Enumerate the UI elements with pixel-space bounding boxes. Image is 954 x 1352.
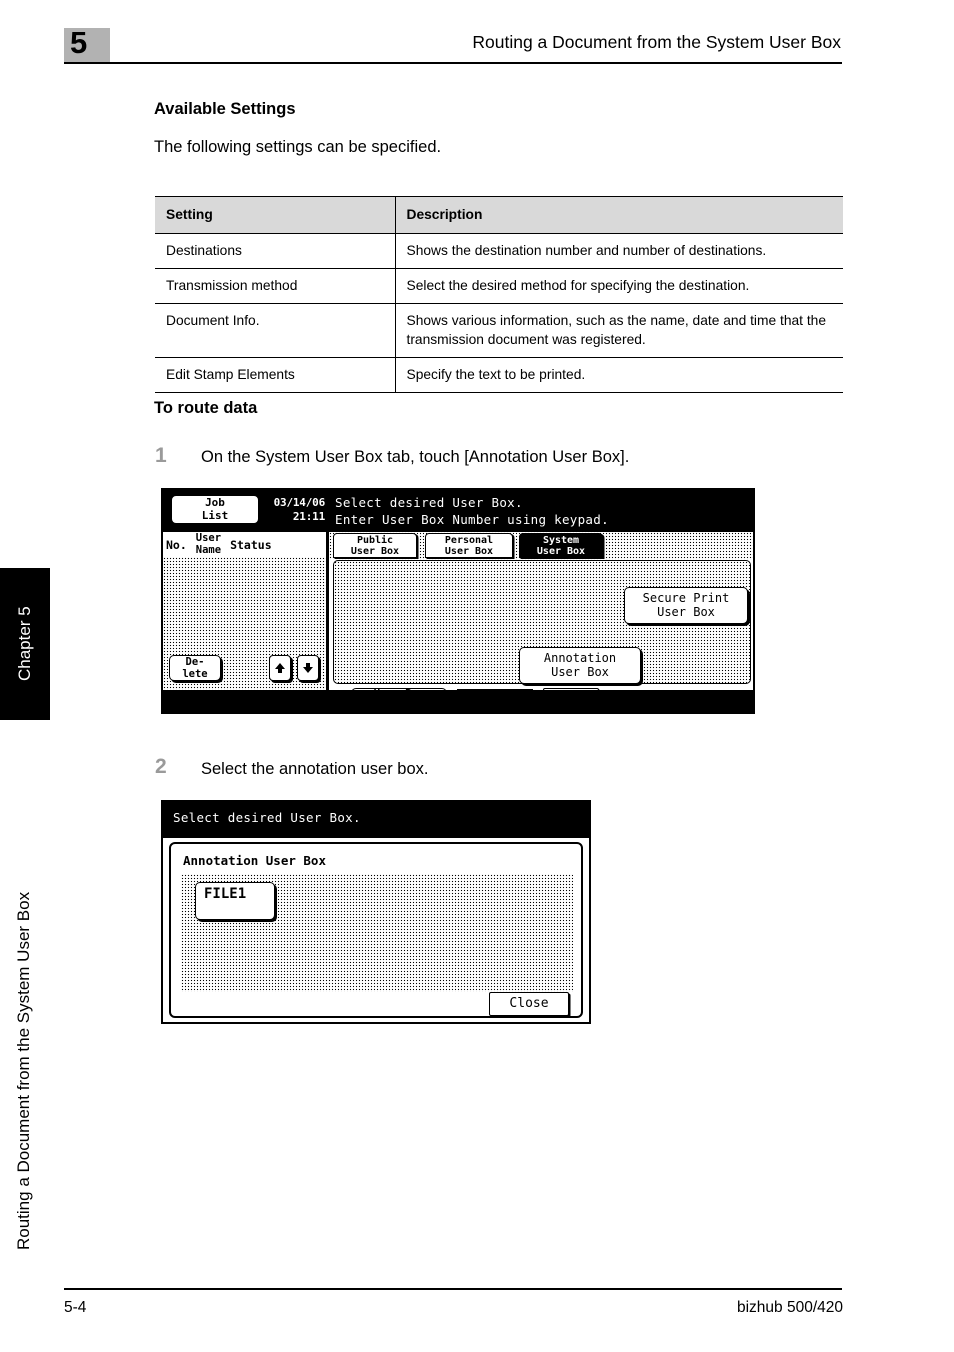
section-heading-to-route-data: To route data — [154, 399, 258, 417]
job-list-label-line2: List — [201, 508, 229, 522]
lcd1-tab-row: Public User Box Personal User Box System… — [329, 532, 753, 560]
lcd1-message-line2: Enter User Box Number using keypad. — [335, 512, 609, 527]
tab-system-line2: User Box — [536, 545, 586, 557]
table-cell-setting: Document Info. — [155, 303, 396, 359]
table-cell-description: Shows the destination number and number … — [395, 233, 843, 270]
table-row: Transmission method Select the desired m… — [155, 268, 843, 305]
job-list-col-user: User — [195, 532, 222, 545]
lcd2-file-list: FILE1 — [181, 874, 573, 992]
table-cell-description: Select the desired method for specifying… — [395, 268, 843, 305]
tab-personal-user-box[interactable]: Personal User Box — [425, 533, 513, 558]
delete-label-line1: De- — [185, 655, 205, 668]
table-header-setting: Setting — [155, 195, 396, 235]
lcd2-dialog-title: Annotation User Box — [183, 853, 326, 868]
step-2-text: Select the annotation user box. — [201, 760, 429, 778]
available-settings-table: Setting Description Destinations Shows t… — [155, 195, 843, 394]
arrow-down-icon[interactable] — [297, 655, 319, 681]
table-cell-setting: Transmission method — [155, 268, 396, 305]
step-2-number: 2 — [155, 755, 167, 778]
lcd-screenshot-step-1: Job List 03/14/06 21:11 Select desired U… — [161, 488, 755, 714]
page-number: 5-4 — [64, 1299, 87, 1316]
lcd1-job-list-header: No. User Name Status — [163, 532, 326, 557]
main-content: Available Settings The following setting… — [0, 0, 954, 1352]
job-list-col-status: Status — [230, 537, 272, 552]
table-row: Document Info. Shows various information… — [155, 303, 843, 359]
lcd1-userbox-content: Secure Print User Box Annotation User Bo… — [333, 560, 751, 684]
tab-public-user-box[interactable]: Public User Box — [333, 533, 417, 558]
tab-public-line2: User Box — [350, 545, 400, 557]
secure-print-user-box-button[interactable]: Secure Print User Box — [624, 587, 748, 624]
delete-label-line2: lete — [182, 668, 208, 680]
table-cell-setting: Edit Stamp Elements — [155, 357, 396, 394]
file1-button[interactable]: FILE1 — [195, 882, 275, 920]
job-list-col-no: No. — [166, 537, 187, 552]
delete-button[interactable]: De- lete — [169, 655, 221, 681]
footer-divider — [64, 1288, 842, 1290]
tab-personal-line2: User Box — [444, 545, 494, 557]
table-header-row: Setting Description — [155, 195, 843, 235]
lcd1-job-list-column: No. User Name Status De- lete — [163, 532, 326, 692]
step-1-number: 1 — [155, 444, 167, 467]
tab-system-user-box[interactable]: System User Box — [519, 533, 603, 558]
job-list-col-username: User Name — [190, 533, 227, 555]
job-list-col-name: Name — [195, 543, 222, 556]
secure-print-line1: Secure Print — [642, 590, 730, 605]
annotation-user-box-dialog: Annotation User Box FILE1 Close — [169, 842, 583, 1018]
step-1-text: On the System User Box tab, touch [Annot… — [201, 448, 630, 466]
lcd1-message: Select desired User Box. Enter User Box … — [335, 494, 750, 528]
section-heading-available-settings: Available Settings — [154, 100, 296, 118]
lcd1-bottom-black-bar — [163, 690, 753, 712]
table-cell-setting: Destinations — [155, 233, 396, 270]
annotation-user-box-button[interactable]: Annotation User Box — [519, 647, 641, 684]
annotation-line2: User Box — [551, 664, 609, 679]
table-row: Edit Stamp Elements Specify the text to … — [155, 357, 843, 394]
intro-paragraph: The following settings can be specified. — [154, 138, 442, 156]
lcd1-job-list-body: De- lete — [163, 557, 326, 692]
lcd1-time: 21:11 — [292, 510, 325, 523]
annotation-line1: Annotation — [543, 650, 617, 665]
lcd1-message-line1: Select desired User Box. — [335, 495, 523, 510]
job-list-button[interactable]: Job List — [171, 495, 259, 524]
close-label: Close — [509, 995, 549, 1011]
tab-public-line1: Public — [356, 534, 394, 546]
table-cell-description: Shows various information, such as the n… — [395, 303, 843, 359]
job-list-label-line1: Job — [205, 495, 225, 509]
lcd2-title: Select desired User Box. — [173, 810, 361, 825]
file1-label: FILE1 — [204, 886, 247, 902]
table-cell-description: Specify the text to be printed. — [395, 357, 843, 394]
tab-system-line1: System — [542, 534, 580, 546]
tab-personal-line1: Personal — [444, 534, 494, 546]
table-header-description: Description — [395, 195, 843, 235]
table-row: Destinations Shows the destination numbe… — [155, 233, 843, 270]
close-button[interactable]: Close — [489, 992, 569, 1016]
lcd1-userbox-region: Public User Box Personal User Box System… — [329, 532, 753, 712]
page-footer: 5-4 bizhub 500/420 — [0, 1288, 954, 1352]
lcd-screenshot-step-2: Select desired User Box. Annotation User… — [161, 800, 591, 1024]
product-name: bizhub 500/420 — [736, 1299, 843, 1316]
lcd1-date: 03/14/06 — [273, 496, 326, 509]
lcd1-datetime: 03/14/06 21:11 — [263, 496, 326, 524]
arrow-up-icon[interactable] — [269, 655, 291, 681]
secure-print-line2: User Box — [657, 604, 715, 619]
